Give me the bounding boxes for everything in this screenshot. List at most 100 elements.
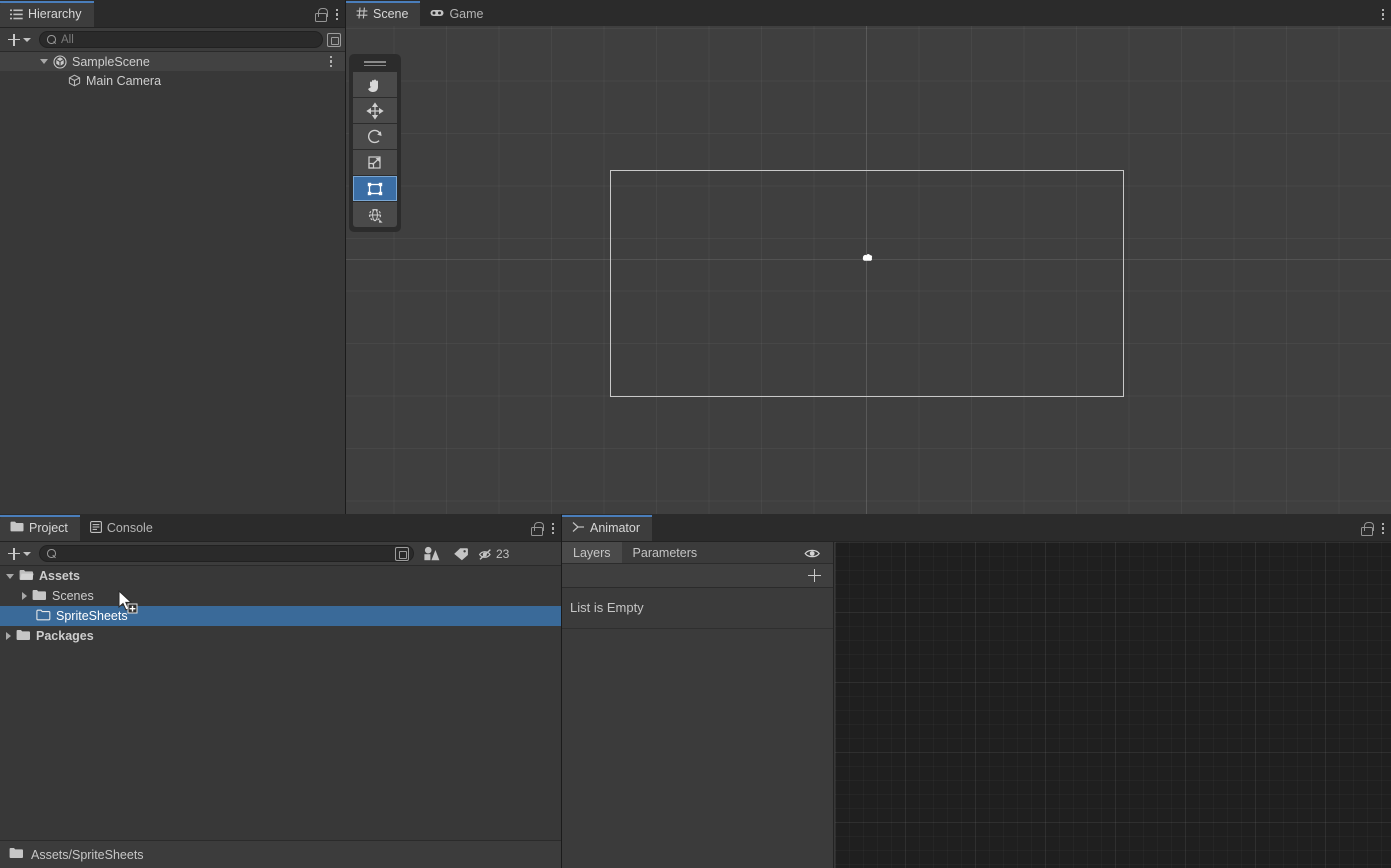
save-search-icon[interactable] bbox=[327, 33, 341, 47]
status-bar: Assets/SpriteSheets bbox=[0, 840, 561, 868]
lock-icon[interactable] bbox=[530, 522, 542, 536]
project-row-packages[interactable]: Packages bbox=[0, 626, 561, 646]
tab-hierarchy[interactable]: Hierarchy bbox=[0, 1, 94, 27]
hierarchy-row-label: Main Camera bbox=[86, 74, 161, 88]
shape-filter-button[interactable] bbox=[418, 544, 444, 564]
scene-viewport[interactable] bbox=[346, 26, 1391, 514]
hierarchy-tabbar: Hierarchy bbox=[0, 0, 345, 28]
lock-icon[interactable] bbox=[314, 8, 326, 22]
unity-editor-window: Hierarchy All bbox=[0, 0, 1391, 868]
project-row-spritesheets[interactable]: SpriteSheets bbox=[0, 606, 561, 626]
tab-layers[interactable]: Layers bbox=[562, 542, 622, 563]
project-panel: Project Console bbox=[0, 514, 561, 840]
eye-icon[interactable] bbox=[804, 548, 819, 558]
scene-tab-actions bbox=[1381, 7, 1385, 22]
animator-empty-message: List is Empty bbox=[562, 588, 833, 615]
scale-tool-button[interactable] bbox=[353, 150, 397, 175]
hidden-items-button[interactable]: 23 bbox=[478, 547, 509, 561]
hidden-items-count: 23 bbox=[496, 547, 509, 561]
camera-bounds-rect bbox=[610, 170, 1124, 397]
folder-icon bbox=[9, 847, 24, 862]
tab-animator[interactable]: Animator bbox=[562, 515, 652, 541]
project-tree: Assets Scenes SpriteSheets bbox=[0, 566, 561, 646]
grid-hash-icon bbox=[356, 7, 368, 22]
hand-icon bbox=[366, 76, 384, 94]
gamepad-icon bbox=[430, 7, 444, 21]
animator-subtabs: Layers Parameters bbox=[562, 542, 833, 564]
chevron-expanded-icon[interactable] bbox=[6, 574, 14, 579]
transform-tool-button[interactable] bbox=[353, 202, 397, 227]
folder-empty-icon bbox=[36, 609, 51, 624]
chevron-collapsed-icon[interactable] bbox=[22, 592, 27, 600]
scene-menu-icon[interactable] bbox=[1381, 7, 1385, 22]
tab-project-label: Project bbox=[29, 521, 68, 535]
chevron-collapsed-icon[interactable] bbox=[6, 632, 11, 640]
tab-animator-label: Animator bbox=[590, 521, 640, 535]
hierarchy-search-input[interactable]: All bbox=[39, 31, 323, 48]
hierarchy-panel: Hierarchy All bbox=[0, 0, 345, 514]
project-row-label: Assets bbox=[39, 569, 80, 583]
scene-panel: Scene Game bbox=[346, 0, 1391, 514]
label-tag-filter-icon bbox=[453, 547, 469, 561]
add-layer-button[interactable] bbox=[808, 569, 821, 582]
tab-console[interactable]: Console bbox=[80, 515, 165, 541]
tab-game[interactable]: Game bbox=[420, 1, 495, 27]
animator-menu-icon[interactable] bbox=[1381, 521, 1385, 536]
hierarchy-row-samplescene[interactable]: SampleScene bbox=[0, 52, 345, 71]
lock-icon[interactable] bbox=[1360, 522, 1372, 536]
folder-open-icon bbox=[19, 569, 34, 584]
move-tool-button[interactable] bbox=[353, 98, 397, 123]
folder-icon bbox=[10, 521, 24, 535]
animator-add-layer-bar bbox=[562, 564, 833, 588]
plus-icon bbox=[8, 34, 20, 46]
scene-row-menu-icon[interactable] bbox=[329, 54, 333, 69]
console-icon bbox=[90, 521, 102, 536]
save-search-icon[interactable] bbox=[395, 547, 409, 561]
main-camera-gizmo[interactable] bbox=[856, 248, 878, 270]
animator-state-graph[interactable] bbox=[835, 542, 1391, 868]
create-gameobject-button[interactable] bbox=[4, 31, 35, 49]
rect-tool-button[interactable] bbox=[353, 176, 397, 201]
hierarchy-row-label: SampleScene bbox=[72, 55, 150, 69]
search-icon bbox=[47, 35, 56, 44]
hierarchy-search-placeholder: All bbox=[61, 34, 318, 46]
palette-drag-handle[interactable] bbox=[364, 60, 386, 67]
cube-gameobject-icon bbox=[68, 74, 81, 87]
create-asset-button[interactable] bbox=[4, 545, 35, 563]
project-row-label: SpriteSheets bbox=[56, 609, 128, 623]
hand-tool-button[interactable] bbox=[353, 72, 397, 97]
project-row-label: Packages bbox=[36, 629, 94, 643]
hierarchy-list-icon bbox=[10, 9, 23, 20]
tab-parameters[interactable]: Parameters bbox=[622, 542, 709, 563]
hierarchy-tab-actions bbox=[314, 7, 339, 22]
hierarchy-menu-icon[interactable] bbox=[335, 7, 339, 22]
status-path-label: Assets/SpriteSheets bbox=[31, 848, 144, 862]
tab-console-label: Console bbox=[107, 521, 153, 535]
eye-slash-icon bbox=[478, 548, 494, 560]
tab-project[interactable]: Project bbox=[0, 515, 80, 541]
project-row-scenes[interactable]: Scenes bbox=[0, 586, 561, 606]
project-tabbar: Project Console bbox=[0, 514, 561, 542]
project-menu-icon[interactable] bbox=[551, 521, 555, 536]
animator-icon bbox=[572, 521, 585, 536]
animator-empty-divider bbox=[562, 628, 833, 629]
project-search-input[interactable] bbox=[39, 545, 414, 562]
rotate-tool-button[interactable] bbox=[353, 124, 397, 149]
chevron-down-icon bbox=[23, 552, 31, 556]
project-row-label: Scenes bbox=[52, 589, 94, 603]
search-icon bbox=[47, 549, 56, 558]
hierarchy-tree: SampleScene Main Camera bbox=[0, 52, 345, 90]
scale-icon bbox=[366, 154, 384, 172]
rect-transform-icon bbox=[366, 180, 384, 198]
folder-icon bbox=[32, 589, 47, 604]
hierarchy-row-main-camera[interactable]: Main Camera bbox=[0, 71, 345, 90]
unity-scene-icon bbox=[53, 55, 67, 69]
label-tag-filter-button[interactable] bbox=[448, 544, 474, 564]
shape-filter-icon bbox=[423, 546, 440, 561]
project-tab-actions bbox=[530, 521, 555, 536]
chevron-expanded-icon[interactable] bbox=[40, 59, 48, 64]
hierarchy-toolbar: All bbox=[0, 28, 345, 52]
animator-panel: Animator Layers Parameters bbox=[562, 514, 1391, 868]
tab-scene[interactable]: Scene bbox=[346, 1, 420, 27]
project-row-assets[interactable]: Assets bbox=[0, 566, 561, 586]
